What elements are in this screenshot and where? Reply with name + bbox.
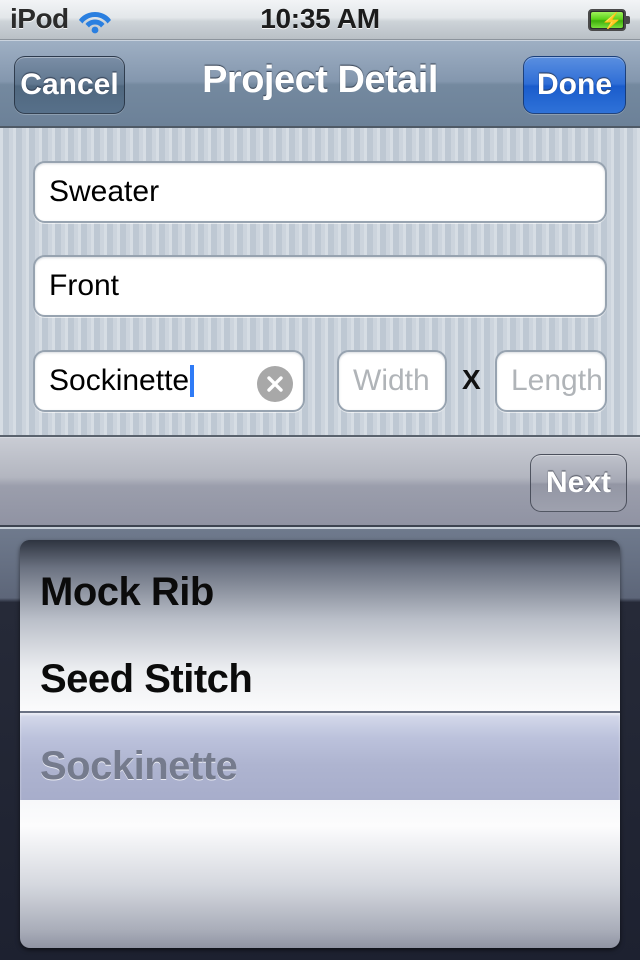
clear-circle-icon[interactable] bbox=[257, 366, 293, 402]
battery-charging-icon: ⚡ bbox=[588, 9, 632, 31]
picker-row[interactable] bbox=[40, 810, 600, 897]
piece-name-input[interactable]: Front bbox=[33, 255, 607, 317]
navigation-bar: Cancel Project Detail Done bbox=[0, 40, 640, 128]
input-accessory-toolbar: Next bbox=[0, 437, 640, 527]
text-caret bbox=[190, 365, 195, 397]
iphone-screen: iPod 10:35 AM ⚡ Cancel Project Detail Do… bbox=[0, 0, 640, 960]
project-name-input[interactable]: Sweater bbox=[33, 161, 607, 223]
length-placeholder: Length bbox=[511, 364, 603, 397]
stitch-pattern-picker[interactable]: Mock Rib Seed Stitch Sockinette bbox=[0, 529, 640, 960]
picker-wheel[interactable]: Mock Rib Seed Stitch Sockinette bbox=[20, 540, 620, 948]
picker-row-selected[interactable]: Sockinette bbox=[40, 723, 600, 810]
next-button[interactable]: Next bbox=[530, 454, 627, 512]
width-placeholder: Width bbox=[353, 364, 430, 397]
picker-row[interactable] bbox=[40, 897, 600, 948]
done-button[interactable]: Done bbox=[523, 56, 626, 114]
dimension-separator: X bbox=[462, 364, 481, 395]
clock-label: 10:35 AM bbox=[260, 3, 380, 34]
project-name-value: Sweater bbox=[49, 175, 160, 208]
piece-name-value: Front bbox=[49, 269, 120, 302]
status-bar: iPod 10:35 AM ⚡ bbox=[0, 0, 640, 40]
length-input[interactable]: Length bbox=[495, 350, 607, 412]
stitch-pattern-value: Sockinette bbox=[49, 364, 190, 397]
picker-row[interactable]: Mock Rib bbox=[40, 549, 600, 636]
width-input[interactable]: Width bbox=[337, 350, 447, 412]
stitch-pattern-input[interactable]: Sockinette bbox=[33, 350, 305, 412]
form-area: Sweater Front Sockinette Width X Length bbox=[0, 128, 640, 437]
picker-row[interactable]: Seed Stitch bbox=[40, 636, 600, 723]
